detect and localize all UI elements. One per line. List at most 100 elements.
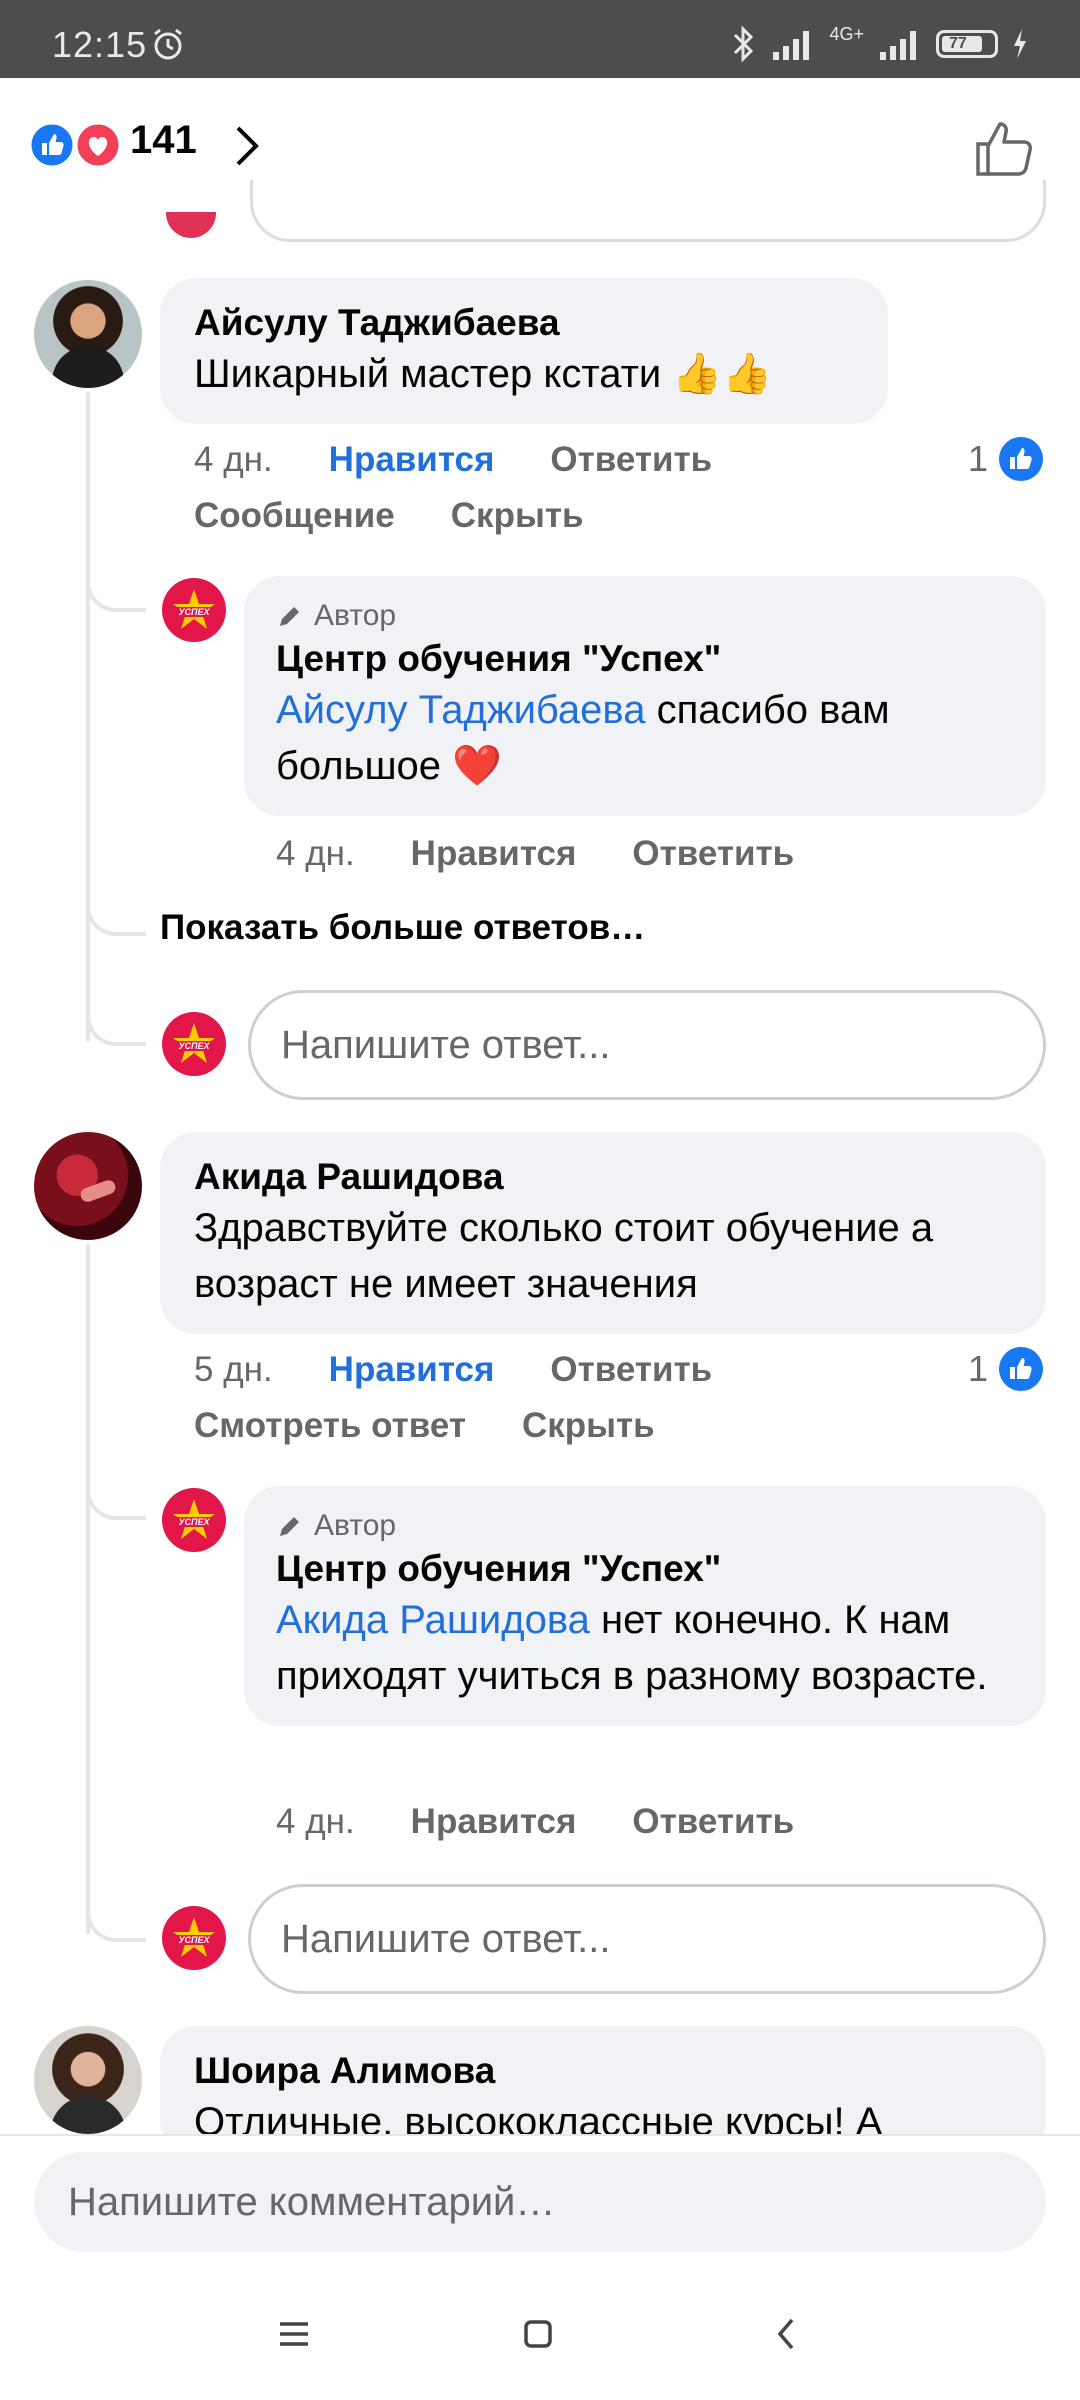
hide-button[interactable]: Скрыть xyxy=(522,1406,655,1446)
comment-extra-actions: Смотреть ответ Скрыть xyxy=(194,1406,655,1446)
show-more-replies[interactable]: Показать больше ответов… xyxy=(160,908,645,948)
comment-age[interactable]: 5 дн. xyxy=(194,1350,273,1390)
view-reply-button[interactable]: Смотреть ответ xyxy=(194,1406,466,1446)
thread-line xyxy=(86,1244,90,1934)
page-avatar-uspekh[interactable]: УСПЕХ xyxy=(162,1488,226,1552)
comment-bubble: Айсулу Таджибаева Шикарный мастер кстати… xyxy=(160,278,888,424)
love-reaction-icon xyxy=(74,121,122,169)
comment-like-count[interactable]: 1 xyxy=(968,1346,1044,1392)
svg-text:УСПЕХ: УСПЕХ xyxy=(178,1517,210,1527)
battery-icon: 77 xyxy=(936,30,998,58)
pencil-icon xyxy=(280,1517,299,1536)
reply-input[interactable]: Напишите ответ... xyxy=(248,990,1046,1100)
battery-level: 77 xyxy=(949,35,967,52)
comment-age[interactable]: 4 дн. xyxy=(194,440,273,480)
svg-text:УСПЕХ: УСПЕХ xyxy=(178,1041,210,1051)
thumbs-up-icon[interactable] xyxy=(972,116,1036,180)
menu-button[interactable] xyxy=(266,2306,322,2362)
like-badge-icon xyxy=(999,437,1044,481)
reply-input-placeholder: Напишите ответ... xyxy=(281,1022,611,1067)
status-time: 12:15 xyxy=(52,24,148,65)
comment-author[interactable]: Акида Рашидова xyxy=(194,1154,1012,1200)
charging-icon xyxy=(1014,29,1026,59)
reply-button[interactable]: Ответить xyxy=(550,440,712,480)
avatar-shoira[interactable] xyxy=(34,2026,142,2134)
reply-input-placeholder: Напишите ответ... xyxy=(281,1916,611,1961)
star-logo-icon: УСПЕХ xyxy=(173,1023,215,1063)
reply-input-partial xyxy=(250,180,1046,242)
thread-branch xyxy=(86,1010,146,1046)
like-button[interactable]: Нравится xyxy=(411,834,577,874)
page-avatar-uspekh: УСПЕХ xyxy=(162,1012,226,1076)
menu-icon xyxy=(280,2322,308,2346)
like-reaction-icon xyxy=(28,121,76,169)
back-button[interactable] xyxy=(758,2306,814,2362)
like-button[interactable]: Нравится xyxy=(329,1350,495,1390)
thread-branch xyxy=(86,1902,146,1942)
svg-text:УСПЕХ: УСПЕХ xyxy=(178,607,210,617)
comment-input-placeholder: Напишите комментарий… xyxy=(68,2179,556,2224)
reply-bubble: Автор Центр обучения "Успех" Айсулу Тадж… xyxy=(244,576,1046,816)
like-count-value: 1 xyxy=(968,1348,989,1389)
reply-input[interactable]: Напишите ответ... xyxy=(248,1884,1046,1994)
home-button[interactable] xyxy=(510,2306,566,2362)
status-icons: 4G+ 77 xyxy=(731,24,1028,64)
reaction-count[interactable]: 141 xyxy=(130,118,197,163)
reply-actions: 4 дн. Нравится Ответить xyxy=(276,834,794,874)
comment-input[interactable]: Напишите комментарий… xyxy=(34,2152,1046,2252)
reply-button[interactable]: Ответить xyxy=(550,1350,712,1390)
mention-link[interactable]: Айсулу Таджибаева xyxy=(276,688,645,732)
comment-like-count[interactable]: 1 xyxy=(968,436,1044,482)
thread-branch xyxy=(86,900,146,936)
chevron-right-icon[interactable] xyxy=(226,122,266,170)
reply-text: Акида Рашидова нет конечно. К нам приход… xyxy=(276,1592,1014,1704)
thread-branch xyxy=(86,1480,146,1520)
hide-button[interactable]: Скрыть xyxy=(451,496,584,536)
network-type: 4G+ xyxy=(829,23,864,44)
signal-icon-2 xyxy=(880,31,916,60)
reply-age[interactable]: 4 дн. xyxy=(276,1802,355,1842)
alarm-icon xyxy=(154,28,182,60)
comment-text: Шикарный мастер кстати 👍👍 xyxy=(194,352,772,396)
reply-button[interactable]: Ответить xyxy=(632,1802,794,1842)
page-avatar-uspekh[interactable]: УСПЕХ xyxy=(162,578,226,642)
like-button[interactable]: Нравится xyxy=(411,1802,577,1842)
reply-author[interactable]: Центр обучения "Успех" xyxy=(276,1546,1014,1592)
comment-actions: 4 дн. Нравится Ответить xyxy=(194,440,712,480)
page-avatar-uspekh: УСПЕХ xyxy=(162,1906,226,1970)
comment-author[interactable]: Айсулу Таджибаева xyxy=(194,300,854,346)
signal-icon xyxy=(773,31,810,60)
star-logo-icon: УСПЕХ xyxy=(173,1499,215,1539)
mention-link[interactable]: Акида Рашидова xyxy=(276,1598,590,1642)
comment-text: Здравствуйте сколько стоит обучение а во… xyxy=(194,1206,934,1306)
comment-extra-actions: Сообщение Скрыть xyxy=(194,496,584,536)
star-logo-icon: УСПЕХ xyxy=(173,1917,215,1957)
author-badge-label: Автор xyxy=(314,1509,397,1542)
like-button[interactable]: Нравится xyxy=(329,440,495,480)
svg-text:УСПЕХ: УСПЕХ xyxy=(178,1935,210,1945)
star-logo-icon: УСПЕХ xyxy=(173,589,215,629)
system-nav-bar xyxy=(0,2266,1080,2400)
thread-line xyxy=(86,392,90,1042)
status-bar: 12:15 4G+ 77 xyxy=(0,0,1080,78)
comment-author[interactable]: Шоира Алимова xyxy=(194,2048,1012,2094)
avatar-akida[interactable] xyxy=(34,1132,142,1240)
reply-button[interactable]: Ответить xyxy=(632,834,794,874)
page-avatar-partial xyxy=(166,212,216,238)
reply-author[interactable]: Центр обучения "Успех" xyxy=(276,636,1014,682)
comment-composer: Напишите комментарий… xyxy=(0,2134,1080,2266)
reply-actions: 4 дн. Нравится Ответить xyxy=(276,1802,794,1842)
reaction-icons[interactable] xyxy=(28,120,124,170)
author-badge: Автор xyxy=(276,1506,1014,1546)
back-icon xyxy=(777,2318,794,2350)
thread-branch xyxy=(86,572,146,612)
like-count-value: 1 xyxy=(968,438,989,479)
message-button[interactable]: Сообщение xyxy=(194,496,395,536)
reply-bubble: Автор Центр обучения "Успех" Акида Рашид… xyxy=(244,1486,1046,1726)
reply-text: Айсулу Таджибаева спасибо вам большое ❤️ xyxy=(276,682,1014,794)
comment-actions: 5 дн. Нравится Ответить xyxy=(194,1350,712,1390)
comment-bubble: Акида Рашидова Здравствуйте сколько стои… xyxy=(160,1132,1046,1334)
author-badge: Автор xyxy=(276,596,1014,636)
reply-age[interactable]: 4 дн. xyxy=(276,834,355,874)
avatar-aisulu[interactable] xyxy=(34,280,142,388)
